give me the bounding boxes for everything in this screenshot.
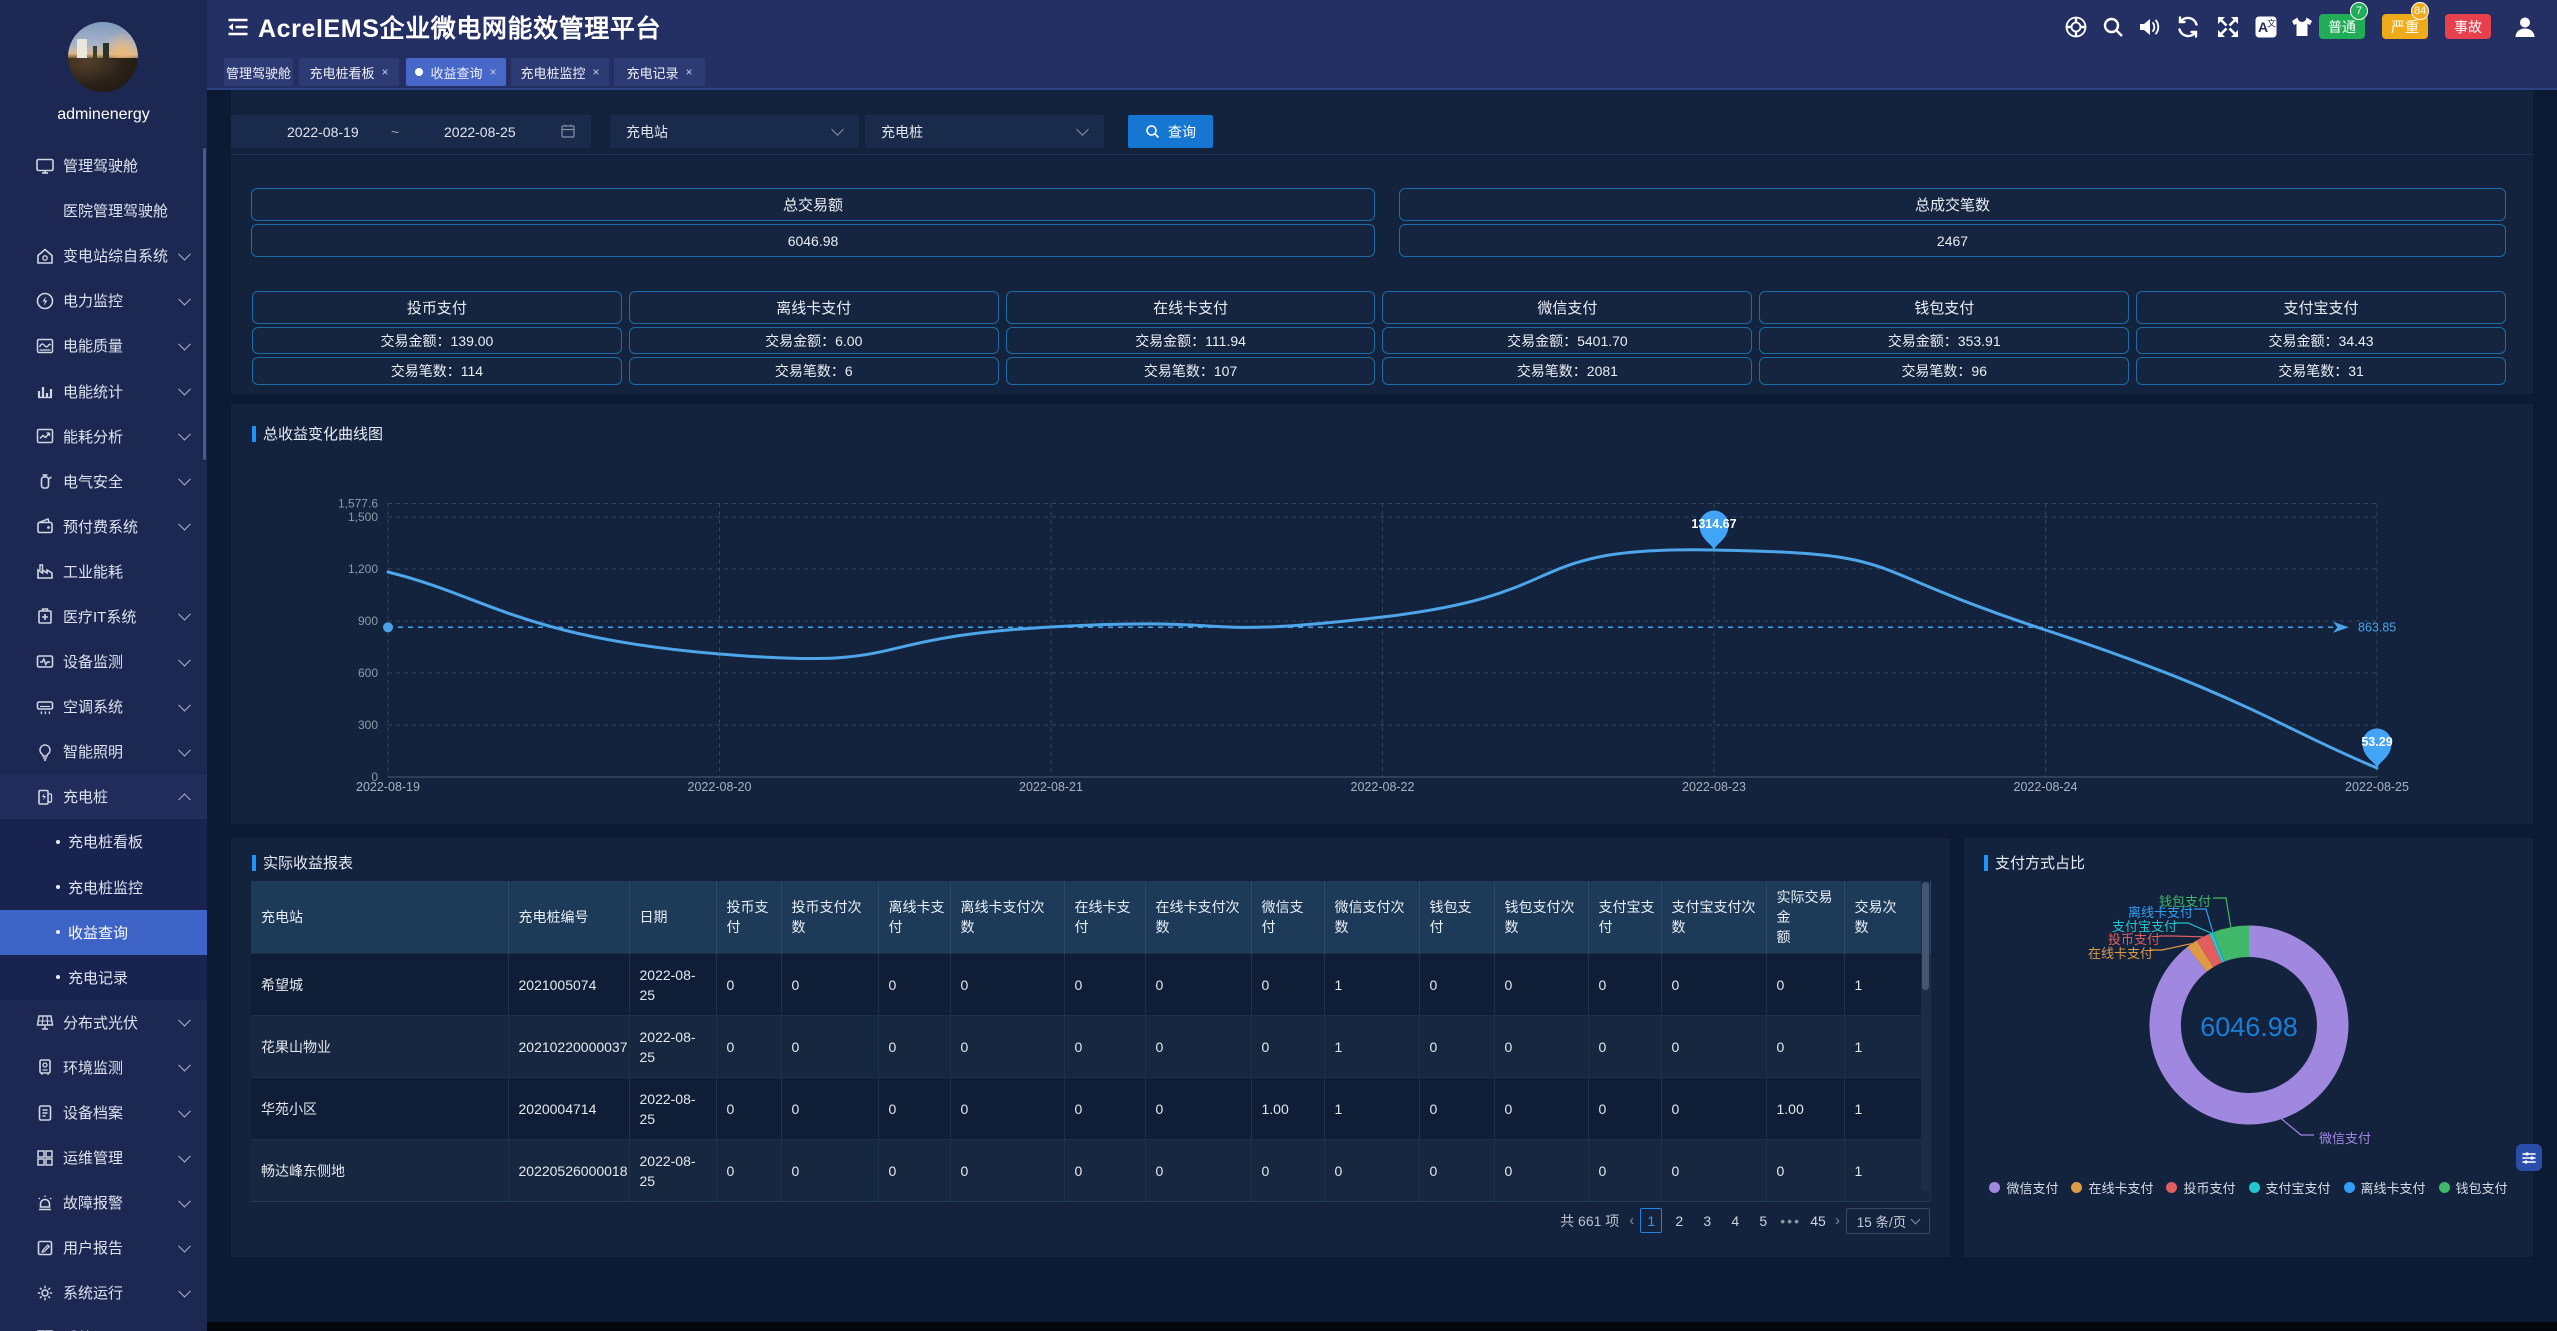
svg-text:1,500: 1,500 — [348, 510, 378, 524]
svg-text:2022-08-19: 2022-08-19 — [356, 780, 420, 794]
svg-text:2022-08-24: 2022-08-24 — [2014, 780, 2078, 794]
svg-text:文: 文 — [2267, 18, 2276, 29]
svg-text:900: 900 — [358, 614, 378, 628]
svg-text:2022-08-21: 2022-08-21 — [1019, 780, 1083, 794]
svg-text:2022-08-22: 2022-08-22 — [1351, 780, 1415, 794]
svg-text:1,200: 1,200 — [348, 562, 378, 576]
svg-text:1314.67: 1314.67 — [1691, 517, 1736, 531]
svg-text:300: 300 — [358, 718, 378, 732]
svg-text:2022-08-20: 2022-08-20 — [688, 780, 752, 794]
svg-text:1,577.6: 1,577.6 — [338, 497, 378, 511]
svg-text:2022-08-23: 2022-08-23 — [1682, 780, 1746, 794]
svg-text:2022-08-25: 2022-08-25 — [2345, 780, 2409, 794]
svg-text:6046.98: 6046.98 — [2200, 1012, 2298, 1042]
svg-text:53.29: 53.29 — [2361, 735, 2392, 749]
svg-text:863.85: 863.85 — [2358, 621, 2396, 635]
svg-text:600: 600 — [358, 666, 378, 680]
